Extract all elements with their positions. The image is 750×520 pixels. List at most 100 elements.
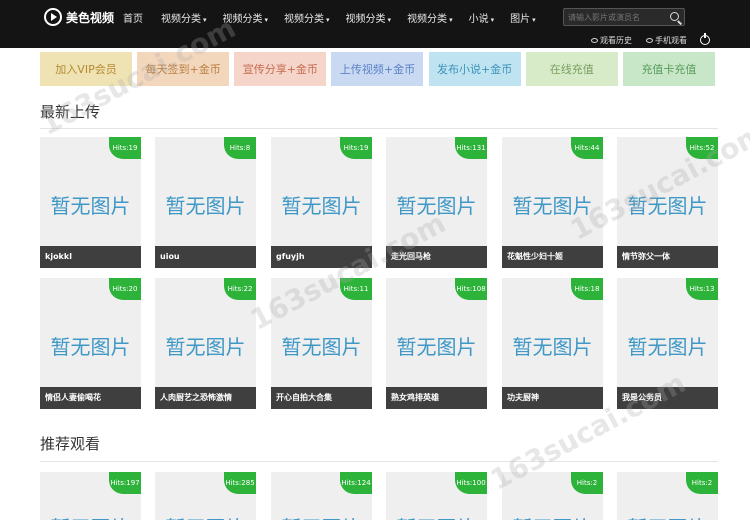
caret-down-icon: ▾ (532, 15, 536, 24)
share-promote-button[interactable]: 宣传分享+金币 (234, 52, 327, 86)
search-input[interactable] (568, 11, 664, 23)
nav-item-home[interactable]: 首页 (123, 10, 145, 25)
video-card[interactable]: 暂无图片 Hits:13 我是公务员 (617, 278, 718, 409)
hits-badge: Hits:19 (109, 137, 141, 159)
search-icon[interactable] (670, 12, 679, 21)
video-card[interactable]: 暂无图片 Hits:100 (386, 472, 487, 520)
no-image-placeholder: 暂无图片 (155, 512, 256, 520)
video-card[interactable]: 暂无图片 Hits:19 gfuyjh (271, 137, 372, 268)
hits-badge: Hits:18 (571, 278, 603, 300)
video-card[interactable]: 暂无图片 Hits:8 uiou (155, 137, 256, 268)
daily-signin-button[interactable]: 每天签到+金币 (137, 52, 230, 86)
video-card[interactable]: 暂无图片 Hits:11 开心自拍大合集 (271, 278, 372, 409)
recommended-title: 推荐观看 (40, 435, 101, 453)
top-nav-bar: 美色视频 首页 视频分类 ▾ 视频分类 ▾ 视频分类 ▾ 视频分类 ▾ 视频分类 ▾ 小说… (0, 0, 750, 34)
hits-badge: Hits:2 (686, 472, 718, 494)
no-image-placeholder: 暂无图片 (396, 335, 477, 359)
no-image-placeholder: 暂无图片 (396, 194, 477, 218)
latest-grid: 暂无图片 Hits:19 kjokkl 暂无图片 Hits:8 uiou 暂无图片 Hits:… (40, 137, 718, 409)
no-image-placeholder: 暂无图片 (165, 194, 246, 218)
video-title[interactable]: 花魁性少妇十姬 (502, 246, 603, 268)
video-card[interactable]: 暂无图片 Hits:2 (617, 472, 718, 520)
video-card[interactable]: 暂无图片 Hits:2 (502, 472, 603, 520)
hits-badge: Hits:13 (686, 278, 718, 300)
video-title[interactable]: 功夫厨神 (502, 387, 603, 409)
publish-novel-button[interactable]: 发布小说+金币 (428, 52, 521, 86)
recommended-grid: 暂无图片Hits:197暂无图片Hits:285暂无图片Hits:124暂无图片… (40, 472, 718, 520)
nav-item-pictures[interactable]: 图片 ▾ (510, 10, 536, 25)
video-card[interactable]: 暂无图片 Hits:197 (40, 472, 141, 520)
watch-history-link[interactable]: 观看历史 (591, 35, 632, 46)
play-circle-icon (44, 8, 62, 26)
power-icon[interactable] (700, 33, 710, 45)
no-image-placeholder: 暂无图片 (281, 335, 362, 359)
divider (40, 128, 718, 129)
nav-item-video-category[interactable]: 视频分类 ▾ (223, 10, 269, 25)
wifi-icon (646, 38, 653, 43)
video-title[interactable]: 情节弥父一体 (617, 246, 718, 268)
no-image-placeholder: 暂无图片 (617, 512, 718, 520)
no-image-placeholder: 暂无图片 (50, 194, 131, 218)
hits-badge: Hits:52 (686, 137, 718, 159)
hits-badge: Hits:20 (109, 278, 141, 300)
search-box (563, 8, 685, 26)
video-title[interactable]: 我是公务员 (617, 387, 718, 409)
eye-icon (591, 38, 598, 43)
nav-item-video-category[interactable]: 视频分类 ▾ (161, 10, 207, 25)
caret-down-icon: ▾ (449, 15, 453, 24)
no-image-placeholder: 暂无图片 (40, 512, 141, 520)
hits-badge: Hits:19 (340, 137, 372, 159)
site-logo-text: 美色视频 (66, 10, 115, 25)
video-card[interactable]: 暂无图片 Hits:18 功夫厨神 (502, 278, 603, 409)
caret-down-icon: ▾ (387, 15, 392, 24)
nav-item-video-category[interactable]: 视频分类 ▾ (346, 10, 392, 25)
site-logo[interactable]: 美色视频 (44, 7, 114, 27)
no-image-placeholder: 暂无图片 (512, 335, 593, 359)
video-title[interactable]: 熟女鸡排英雄 (386, 387, 487, 409)
video-card[interactable]: 暂无图片 Hits:20 情侣人妻偷喝花 (40, 278, 141, 409)
nav-item-video-category[interactable]: 视频分类 ▾ (407, 10, 453, 25)
video-card[interactable]: 暂无图片 Hits:285 (155, 472, 256, 520)
action-buttons: 加入VIP会员 每天签到+金币 宣传分享+金币 上传视频+金币 发布小说+金币 … (40, 52, 715, 86)
hits-badge: Hits:197 (109, 472, 141, 494)
no-image-placeholder: 暂无图片 (386, 512, 487, 520)
sub-bar: 观看历史 手机观看 (0, 33, 750, 48)
video-card[interactable]: 暂无图片 Hits:44 花魁性少妇十姬 (502, 137, 603, 268)
online-recharge-button[interactable]: 在线充值 (525, 52, 618, 86)
no-image-placeholder: 暂无图片 (627, 335, 708, 359)
video-card[interactable]: 暂无图片 Hits:52 情节弥父一体 (617, 137, 718, 268)
video-card[interactable]: 暂无图片 Hits:131 走光回马枪 (386, 137, 487, 268)
video-card[interactable]: 暂无图片 Hits:19 kjokkl (40, 137, 141, 268)
caret-down-icon: ▾ (326, 15, 330, 24)
hits-badge: Hits:100 (455, 472, 487, 494)
video-title[interactable]: 人肉厨艺之恐怖激情 (155, 387, 256, 409)
join-vip-button[interactable]: 加入VIP会员 (40, 52, 132, 86)
video-title[interactable]: kjokkl (40, 246, 141, 268)
no-image-placeholder: 暂无图片 (512, 194, 593, 218)
hits-badge: Hits:22 (224, 278, 256, 300)
video-title[interactable]: uiou (155, 246, 256, 268)
video-title[interactable]: 情侣人妻偷喝花 (40, 387, 141, 409)
video-card[interactable]: 暂无图片 Hits:124 (271, 472, 372, 520)
nav-item-novels[interactable]: 小说 ▾ (469, 10, 495, 25)
mobile-watch-link[interactable]: 手机观看 (646, 35, 687, 46)
hits-badge: Hits:44 (571, 137, 603, 159)
hits-badge: Hits:2 (571, 472, 603, 494)
no-image-placeholder: 暂无图片 (165, 335, 246, 359)
no-image-placeholder: 暂无图片 (271, 512, 372, 520)
video-card[interactable]: 暂无图片 Hits:108 熟女鸡排英雄 (386, 278, 487, 409)
main-nav: 首页 视频分类 ▾ 视频分类 ▾ 视频分类 ▾ 视频分类 ▾ 视频分类 ▾ 小说 ▾ 图片 ▾ (123, 0, 552, 34)
hits-badge: Hits:8 (224, 137, 256, 159)
nav-item-video-category[interactable]: 视频分类 ▾ (284, 10, 330, 25)
card-recharge-button[interactable]: 充值卡充值 (622, 52, 715, 86)
video-title[interactable]: 开心自拍大合集 (271, 387, 372, 409)
caret-down-icon: ▾ (203, 15, 207, 24)
latest-uploads-title: 最新上传 (40, 103, 101, 121)
video-title[interactable]: 走光回马枪 (386, 246, 487, 268)
no-image-placeholder: 暂无图片 (627, 194, 708, 218)
upload-video-button[interactable]: 上传视频+金币 (331, 52, 424, 86)
hits-badge: Hits:285 (224, 472, 256, 494)
hits-badge: Hits:108 (455, 278, 487, 300)
video-title[interactable]: gfuyjh (271, 246, 372, 268)
video-card[interactable]: 暂无图片 Hits:22 人肉厨艺之恐怖激情 (155, 278, 256, 409)
